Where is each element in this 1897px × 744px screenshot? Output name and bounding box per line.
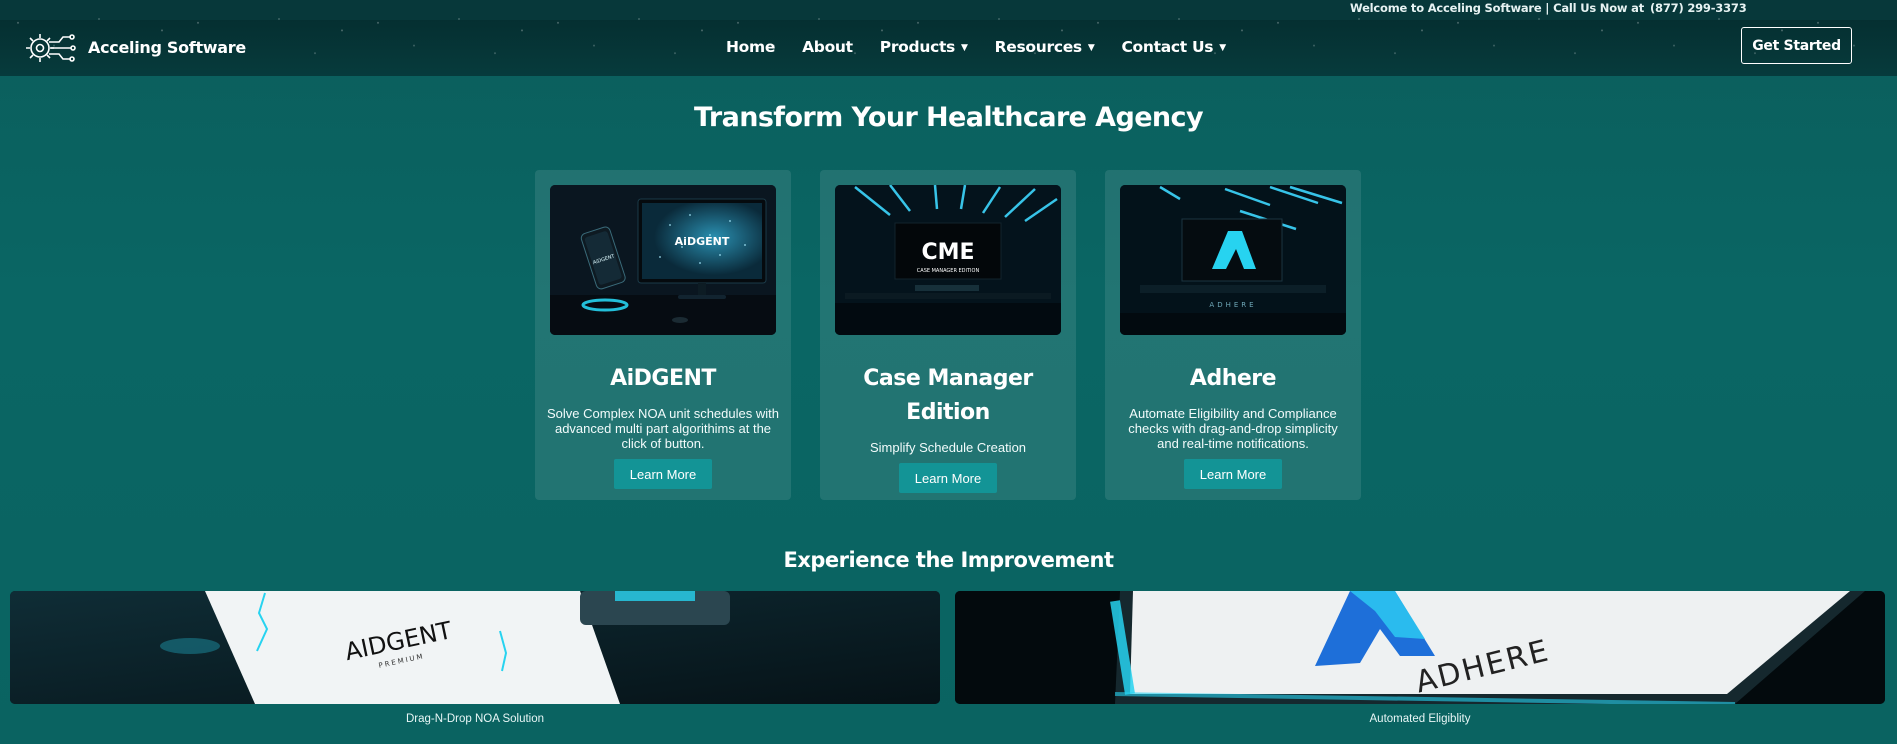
product-title: Case Manager Edition — [863, 366, 1033, 425]
learn-more-button[interactable]: Learn More — [899, 463, 997, 493]
announcement-text: Welcome to Acceling Software | Call Us N… — [1350, 1, 1747, 15]
adhere-product-image[interactable]: ADHERE — [1120, 185, 1346, 335]
announcement-message: Welcome to Acceling Software | Call Us N… — [1350, 1, 1644, 15]
nav-contact-label: Contact Us — [1121, 38, 1214, 56]
aidgent-screen-text: AiDGENT — [675, 235, 730, 248]
banner-caption: Drag-N-Drop NOA Solution — [405, 713, 545, 725]
nav-products[interactable]: Products ▼ — [880, 38, 968, 56]
site-header: Acceling Software Home About Products ▼ R… — [0, 20, 1897, 76]
brand-name[interactable]: Acceling Software — [88, 38, 246, 57]
nav-resources[interactable]: Resources ▼ — [995, 38, 1095, 56]
nav-products-label: Products — [879, 38, 956, 56]
adhere-banner[interactable]: ADHERE — [955, 591, 1885, 704]
learn-more-button[interactable]: Learn More — [1184, 459, 1282, 489]
gear-circuit-icon[interactable] — [22, 28, 78, 68]
nav-contact[interactable]: Contact Us ▼ — [1121, 38, 1226, 56]
cme-screen-logo: CME — [921, 240, 974, 265]
product-description: Automate Eligibility and Compliance chec… — [1128, 406, 1338, 451]
nav-about[interactable]: About — [802, 38, 853, 56]
improvement-heading: Experience the Improvement — [783, 548, 1114, 572]
learn-more-button[interactable]: Learn More — [614, 459, 712, 489]
product-card-cme: CME CASE MANAGER EDITION Case Manager Ed… — [820, 170, 1076, 500]
get-started-button[interactable]: Get Started — [1741, 27, 1852, 64]
caret-down-icon: ▼ — [961, 43, 968, 53]
product-description: Solve Complex NOA unit schedules with ad… — [547, 406, 779, 451]
nav-home-label: Home — [726, 38, 776, 56]
nav-resources-label: Resources — [994, 38, 1083, 56]
product-description: Simplify Schedule Creation — [869, 440, 1027, 455]
product-title: AiDGENT — [610, 366, 716, 391]
cme-screen-subtext: CASE MANAGER EDITION — [917, 268, 980, 274]
product-title: Adhere — [1189, 366, 1277, 391]
page-title: Transform Your Healthcare Agency — [694, 102, 1204, 133]
product-card-aidgent: AiDGENT AiDGENT AiDGENT Solve Complex NO… — [535, 170, 791, 500]
product-card-adhere: ADHERE Adhere Automate Eligibility and C… — [1105, 170, 1361, 500]
caret-down-icon: ▼ — [1219, 43, 1226, 53]
aidgent-premium-banner[interactable]: AIDGENT PREMIUM — [10, 591, 940, 704]
nav-about-label: About — [802, 38, 853, 56]
main-nav: Home About Products ▼ Resources ▼ Contact … — [726, 38, 1253, 56]
adhere-floor-text: ADHERE — [1209, 301, 1256, 309]
cme-product-image[interactable]: CME CASE MANAGER EDITION — [835, 185, 1061, 335]
phone-link[interactable]: (877) 299-3373 — [1650, 1, 1747, 15]
aidgent-product-image[interactable]: AiDGENT AiDGENT — [550, 185, 776, 335]
announcement-bar: Welcome to Acceling Software | Call Us N… — [0, 0, 1897, 20]
nav-home[interactable]: Home — [726, 38, 775, 56]
banner-caption: Automated Eligiblity — [1369, 713, 1471, 725]
caret-down-icon: ▼ — [1087, 43, 1095, 53]
